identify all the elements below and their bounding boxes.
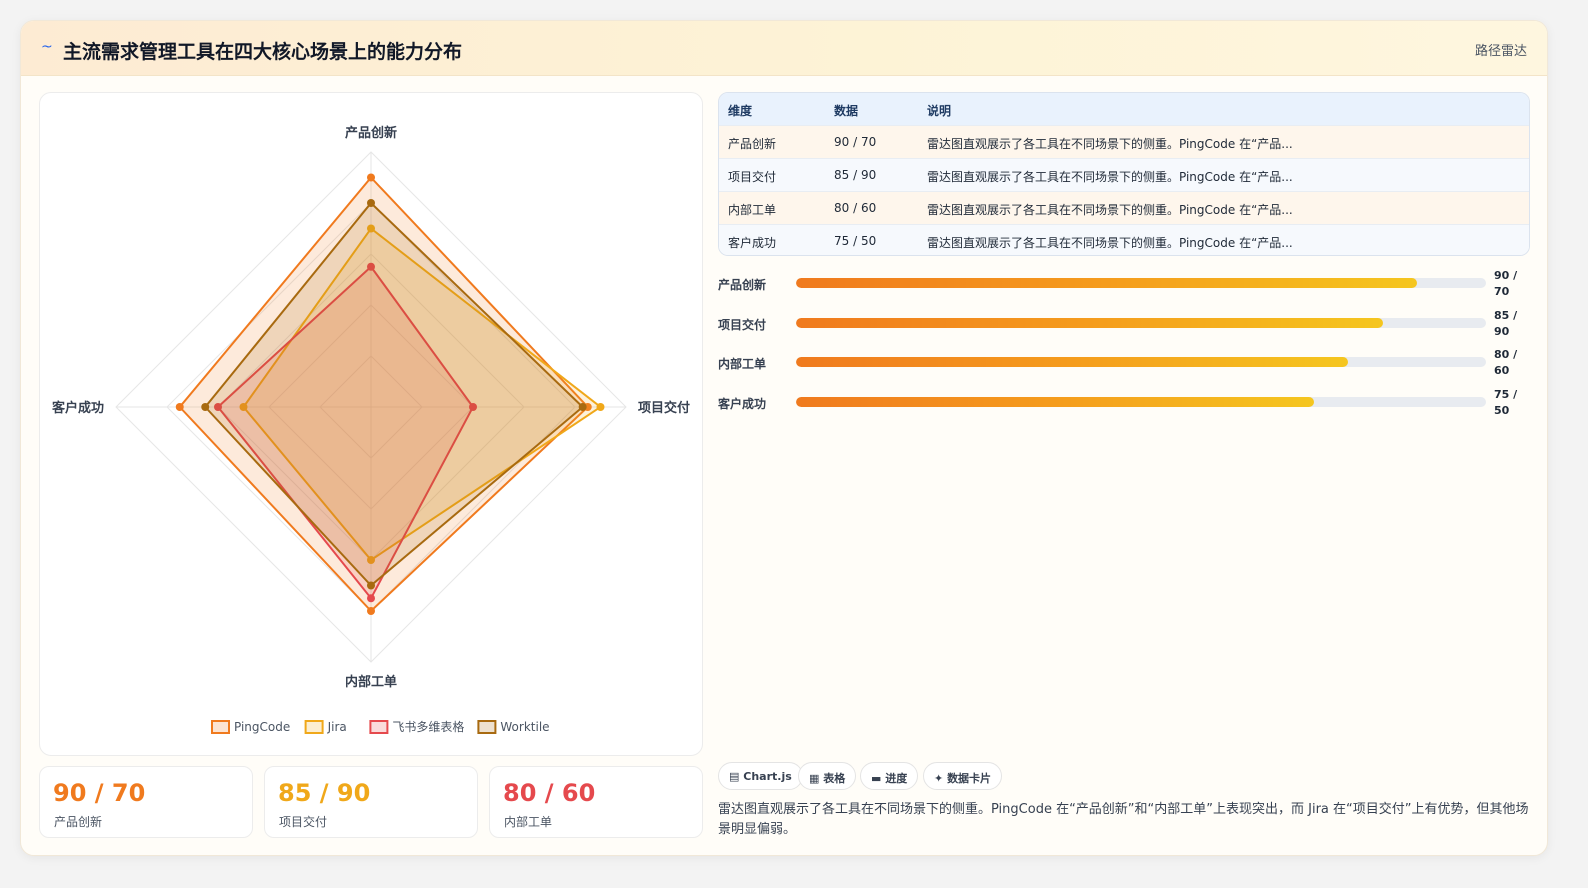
- radar-chart: 产品创新项目交付内部工单 客户成功 PingCode Jira 飞书多维表格 Workti…: [52, 125, 690, 734]
- progress-fill: [796, 278, 1417, 288]
- stat-label: 项目交付: [279, 815, 328, 829]
- chart-icon: ▤: [729, 770, 740, 783]
- progress-track: [796, 278, 1486, 288]
- radar-point: [367, 607, 375, 615]
- stat-value: 85 / 90: [278, 779, 371, 807]
- table-cell-dimension: 内部工单: [728, 203, 777, 217]
- progress-value: 80 / 60: [1494, 348, 1518, 377]
- stat-card-1: 90 / 70 产品创新: [39, 766, 253, 838]
- table-row[interactable]: 内部工单 80 / 60 雷达图直观展示了各工具在不同场景下的侧重。PingCo…: [719, 191, 1529, 224]
- radar-point: [367, 173, 375, 182]
- table-header-cell: 数据: [834, 104, 859, 118]
- legend-label: Worktile: [500, 720, 549, 734]
- table-row[interactable]: 客户成功 75 / 50 雷达图直观展示了各工具在不同场景下的侧重。PingCo…: [719, 224, 1529, 255]
- legend-swatch: [477, 720, 497, 734]
- progress-row: 内部工单 80 / 60: [718, 348, 1530, 384]
- progress-value: 90 / 70: [1494, 269, 1518, 298]
- progress-label: 产品创新: [718, 278, 767, 292]
- stat-label: 产品创新: [54, 815, 103, 829]
- wave-icon: ~: [41, 39, 53, 55]
- progress-label: 客户成功: [718, 397, 767, 411]
- legend-swatch: [304, 720, 324, 734]
- progress-track: [796, 357, 1486, 367]
- progress-icon: ▬: [871, 772, 882, 785]
- chip-progress[interactable]: ▬ 进度: [860, 762, 919, 790]
- table-cell-dimension: 产品创新: [728, 137, 777, 151]
- chip-data-card[interactable]: ✦ 数据卡片: [923, 762, 1003, 790]
- chip-table[interactable]: ▦ 表格: [798, 762, 857, 790]
- progress-label: 项目交付: [718, 318, 767, 332]
- page-title: 主流需求管理工具在四大核心场景上的能力分布: [63, 41, 463, 63]
- stat-value: 80 / 60: [503, 779, 596, 807]
- chip-label: 数据卡片: [947, 772, 992, 785]
- radar-point: [367, 581, 375, 590]
- radar-point: [367, 199, 375, 207]
- legend-swatch: [369, 720, 389, 734]
- table-cell-description: 雷达图直观展示了各工具在不同场景下的侧重。PingCode 在“产品...: [927, 170, 1293, 184]
- table-cell-description: 雷达图直观展示了各工具在不同场景下的侧重。PingCode 在“产品...: [927, 203, 1293, 217]
- progress-label: 内部工单: [718, 357, 767, 371]
- progress-row: 产品创新 90 / 70: [718, 269, 1530, 305]
- progress-value: 75 / 50: [1494, 388, 1518, 417]
- radar-point: [175, 403, 184, 411]
- chip-chartjs[interactable]: ▤ Chart.js: [718, 762, 803, 790]
- table-cell-dimension: 客户成功: [728, 236, 777, 250]
- table-header-cell: 说明: [927, 104, 952, 118]
- progress-fill: [796, 357, 1348, 367]
- progress-row: 客户成功 75 / 50: [718, 388, 1530, 424]
- table-cell-description: 雷达图直观展示了各工具在不同场景下的侧重。PingCode 在“产品...: [927, 236, 1293, 250]
- table-row[interactable]: 项目交付 85 / 90 雷达图直观展示了各工具在不同场景下的侧重。PingCo…: [719, 158, 1529, 191]
- radar-axis-label: 产品创新: [345, 125, 397, 141]
- chip-label: 进度: [885, 772, 908, 785]
- table-cell-data: 90 / 70: [834, 135, 877, 149]
- stat-card-3: 80 / 60 内部工单: [489, 766, 703, 838]
- legend-label: PingCode: [234, 720, 290, 734]
- legend-label: 飞书多维表格: [392, 719, 464, 734]
- table-cell-data: 75 / 50: [834, 234, 877, 248]
- stat-label: 内部工单: [504, 815, 553, 829]
- radar-axis-label: 项目交付: [638, 400, 690, 416]
- header: ~ 主流需求管理工具在四大核心场景上的能力分布 路径雷达: [21, 21, 1547, 76]
- table-cell-data: 85 / 90: [834, 168, 877, 182]
- legend-label: Jira: [327, 720, 347, 734]
- stat-card-2: 85 / 90 项目交付: [264, 766, 478, 838]
- progress-row: 项目交付 85 / 90: [718, 309, 1530, 345]
- progress-track: [796, 397, 1486, 407]
- radar-axis-label: 客户成功: [52, 400, 104, 416]
- progress-fill: [796, 397, 1314, 407]
- legend-swatch: [211, 720, 230, 734]
- radar-point: [596, 403, 605, 411]
- table-icon: ▦: [809, 772, 820, 785]
- progress-fill: [796, 318, 1383, 328]
- radar-axis-label: 内部工单: [345, 674, 397, 690]
- sparkle-icon: ✦: [934, 772, 944, 785]
- dashboard-card: ~ 主流需求管理工具在四大核心场景上的能力分布 路径雷达 产品创新 项目交付 内部工…: [20, 20, 1548, 856]
- radar-point: [367, 594, 375, 603]
- table-cell-data: 80 / 60: [834, 201, 877, 215]
- table-cell-dimension: 项目交付: [728, 170, 777, 184]
- table-header-cell: 维度: [728, 104, 753, 118]
- chart-description: 雷达图直观展示了各工具在不同场景下的侧重。PingCode 在“产品创新”和“内…: [718, 802, 1529, 837]
- chip-label: Chart.js: [743, 770, 792, 783]
- data-table: 维度 数据 说明 产品创新 90 / 70 雷达图直观展示了各工具在不同场景下的…: [718, 92, 1530, 256]
- stat-value: 90 / 70: [53, 779, 146, 807]
- header-tag[interactable]: 路径雷达: [1475, 40, 1527, 59]
- chip-label: 表格: [823, 772, 846, 785]
- radar-point: [201, 403, 210, 411]
- progress-value: 85 / 90: [1494, 309, 1518, 338]
- progress-track: [796, 318, 1486, 328]
- radar-panel: 产品创新项目交付内部工单 客户成功 PingCode Jira 飞书多维表格 Workti…: [39, 92, 703, 756]
- radar-series-area: [203, 201, 585, 587]
- table-cell-description: 雷达图直观展示了各工具在不同场景下的侧重。PingCode 在“产品...: [927, 137, 1293, 151]
- table-row[interactable]: 产品创新 90 / 70 雷达图直观展示了各工具在不同场景下的侧重。PingCo…: [719, 125, 1529, 158]
- radar-point: [578, 403, 587, 411]
- table-header-row: 维度 数据 说明: [719, 93, 1529, 125]
